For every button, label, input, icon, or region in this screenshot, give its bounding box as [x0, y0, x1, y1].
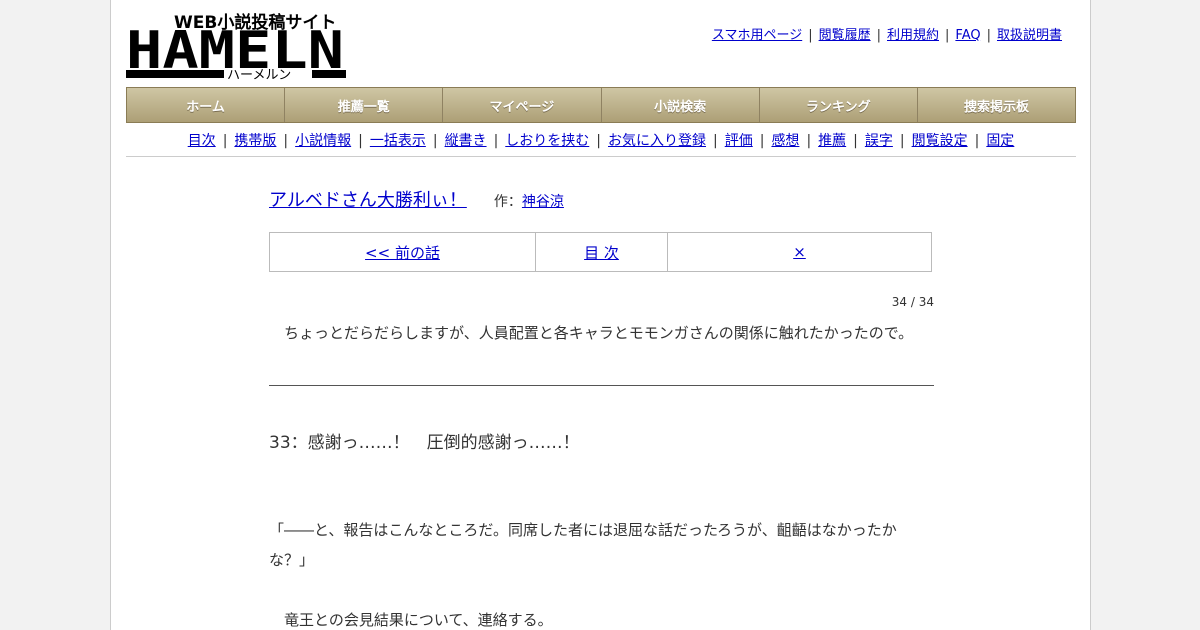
subnav-toc[interactable]: 目次 [188, 133, 216, 149]
subnav-view-settings[interactable]: 閲覧設定 [912, 133, 968, 149]
subnav-bookmark[interactable]: しおりを挟む [505, 133, 589, 149]
nav-novel-search[interactable]: 小説検索 [602, 88, 760, 122]
subnav-novel-info[interactable]: 小説情報 [295, 133, 351, 149]
sub-nav: 目次 | 携帯版 | 小説情報 | 一括表示 | 縦書き | しおりを挟む | お気に入り登録 | 評価 | 感… [187, 133, 1015, 149]
nav-recommendations[interactable]: 推薦一覧 [285, 88, 444, 122]
preface-divider [269, 385, 934, 386]
episode-pager: << 前の話 目 次 × [269, 232, 932, 272]
toc-button[interactable]: 目 次 [536, 233, 668, 271]
subnav-show-all[interactable]: 一括表示 [370, 133, 426, 149]
nav-mypage[interactable]: マイページ [443, 88, 602, 122]
logo-kana: ハーメルン [227, 68, 291, 80]
smartphone-page-link[interactable]: スマホ用ページ [712, 28, 802, 43]
browse-history-link[interactable]: 閲覧履歴 [819, 28, 871, 43]
author-link[interactable]: 神谷涼 [522, 194, 564, 210]
header-links: スマホ用ページ | 閲覧履歴 | 利用規約 | FAQ | 取扱説明書 [711, 28, 1062, 43]
manual-link[interactable]: 取扱説明書 [997, 28, 1062, 43]
author-line: 作：神谷涼 [494, 194, 564, 210]
hameln-logo[interactable]: WEB小説投稿サイト HAMELN ハーメルン [126, 10, 346, 80]
author-prefix: 作： [493, 194, 522, 210]
main-nav: ホーム 推薦一覧 マイページ 小説検索 ランキング 捜索掲示板 [126, 87, 1076, 123]
body-paragraph: 竜王との会見結果について、連絡する。 [284, 611, 553, 629]
episode-counter: 34 / 34 [891, 295, 934, 309]
next-episode-button[interactable]: × [668, 233, 931, 271]
title-line: アルベドさん大勝利ぃ！ 作：神谷涼 [269, 186, 564, 212]
nav-ranking[interactable]: ランキング [760, 88, 918, 122]
subnav-pin[interactable]: 固定 [986, 133, 1014, 149]
subnav-rating[interactable]: 評価 [725, 133, 753, 149]
nav-search-board[interactable]: 捜索掲示板 [918, 88, 1075, 122]
prev-episode-button[interactable]: << 前の話 [270, 233, 536, 271]
preface-text: ちょっとだらだらしますが、人員配置と各キャラとモモンガさんの関係に触れたかったの… [284, 324, 914, 342]
subnav-comments[interactable]: 感想 [771, 133, 799, 149]
novel-title-link[interactable]: アルベドさん大勝利ぃ！ [269, 190, 467, 211]
body-paragraph: な？」 [269, 551, 315, 569]
subnav-typo[interactable]: 誤字 [865, 133, 893, 149]
nav-home[interactable]: ホーム [127, 88, 286, 122]
subnav-vertical[interactable]: 縦書き [445, 133, 487, 149]
page-container: WEB小説投稿サイト HAMELN ハーメルン スマホ用ページ | 閲覧履歴 | 利用規… [110, 0, 1091, 630]
terms-link[interactable]: 利用規約 [887, 28, 939, 43]
subnav-divider [126, 156, 1076, 157]
subnav-favorite[interactable]: お気に入り登録 [608, 133, 706, 149]
faq-link[interactable]: FAQ [955, 28, 980, 43]
body-paragraph: 「――と、報告はこんなところだ。同席した者には退屈な話だったろうが、齟齬はなかっ… [269, 521, 897, 539]
subnav-mobile[interactable]: 携帯版 [234, 133, 276, 149]
subnav-recommend[interactable]: 推薦 [818, 133, 846, 149]
chapter-title: 33：感謝っ……！ 圧倒的感謝っ……！ [269, 433, 580, 453]
